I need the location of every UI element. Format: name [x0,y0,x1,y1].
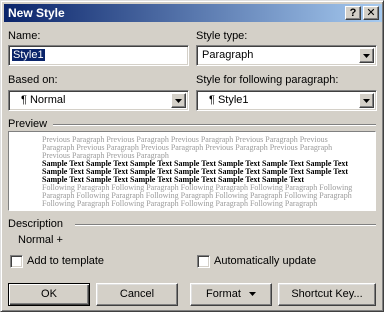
chevron-down-icon [248,292,256,297]
help-icon: ? [349,7,357,19]
close-icon: ✕ [366,7,376,19]
ok-button-label: OK [41,288,57,300]
ok-button[interactable]: OK [8,283,90,306]
following-style-label: Style for following paragraph: [196,74,339,86]
based-on-dropdown[interactable]: ¶ Normal [8,90,189,111]
dialog-title: New Style [8,6,65,20]
shortcut-key-button[interactable]: Shortcut Key... [278,283,376,306]
chevron-down-icon [363,99,370,103]
close-button[interactable]: ✕ [363,6,379,20]
cancel-button[interactable]: Cancel [96,283,178,306]
name-input[interactable]: Style1 [8,45,189,66]
following-style-value: ¶ Style1 [209,94,249,106]
add-to-template-label[interactable]: Add to template [27,255,104,268]
following-style-dropdown[interactable]: ¶ Style1 [196,90,377,111]
based-on-dropdown-button[interactable] [171,93,186,108]
preview-divider [53,124,376,126]
style-type-label: Style type: [196,30,248,42]
chevron-down-icon [175,99,182,103]
based-on-label: Based on: [8,74,58,86]
automatically-update-checkbox[interactable] [197,255,210,268]
description-label: Description [8,218,64,230]
new-style-dialog: New Style ? ✕ Name: Style1 Style type: P… [0,0,384,312]
help-button[interactable]: ? [345,6,361,20]
shortcut-key-button-label: Shortcut Key... [291,288,363,300]
title-bar[interactable]: New Style ? ✕ [4,4,382,22]
style-type-value: Paragraph [202,49,254,61]
based-on-value: ¶ Normal [21,94,66,106]
preview-sample-text: Sample Text Sample Text Sample Text Samp… [42,159,349,184]
automatically-update-label[interactable]: Automatically update [214,255,316,268]
description-divider [75,224,376,226]
style-type-dropdown-button[interactable] [359,48,374,63]
format-button[interactable]: Format [190,283,272,306]
preview-previous-paragraph: Previous Paragraph Previous Paragraph Pr… [42,135,333,160]
following-style-dropdown-button[interactable] [359,93,374,108]
preview-label: Preview [8,118,48,130]
add-to-template-checkbox[interactable] [10,255,23,268]
format-button-label: Format [206,288,241,300]
name-label: Name: [8,30,41,42]
chevron-down-icon [363,54,370,58]
preview-pane: Previous Paragraph Previous Paragraph Pr… [8,131,376,211]
preview-following-paragraph: Following Paragraph Following Paragraph … [42,183,353,208]
name-value: Style1 [11,48,46,62]
cancel-button-label: Cancel [119,288,155,300]
style-type-dropdown[interactable]: Paragraph [196,45,377,66]
description-value: Normal + [18,234,63,246]
